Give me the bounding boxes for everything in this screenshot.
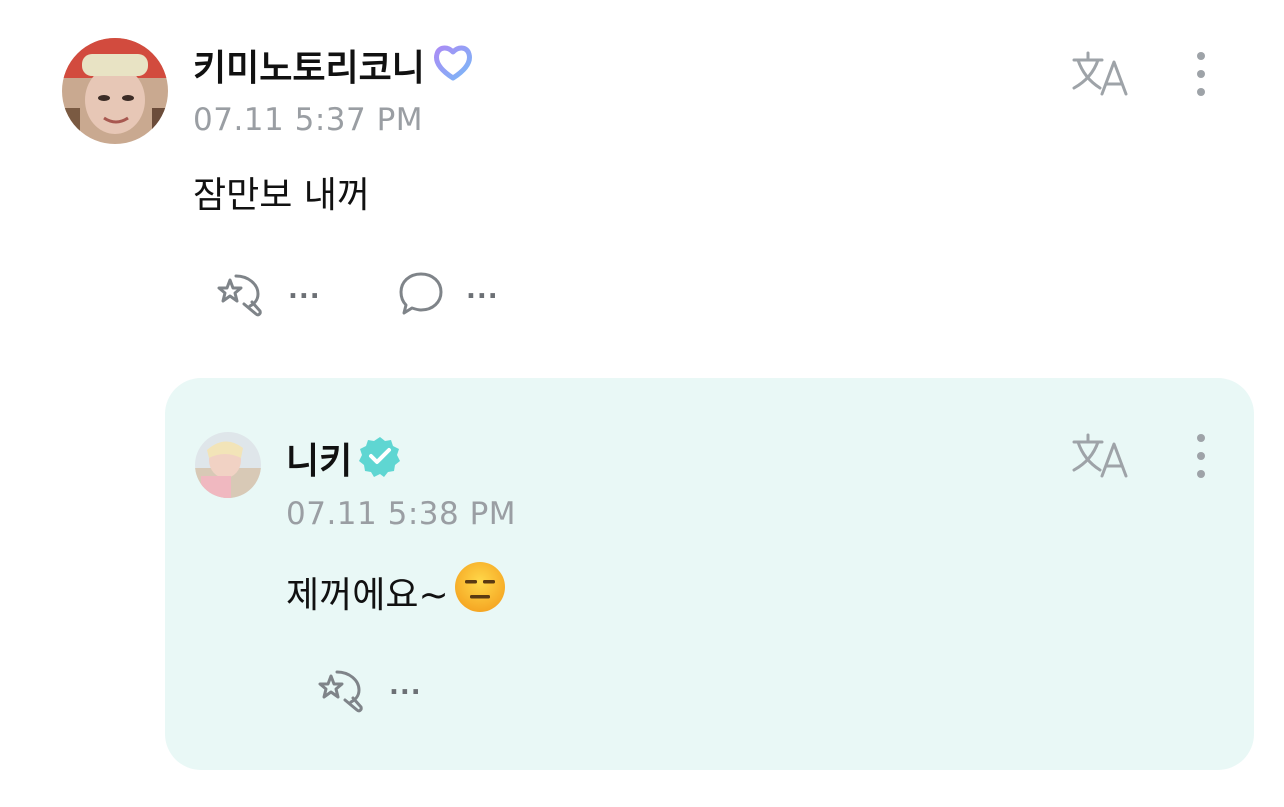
like-count: ... bbox=[288, 275, 321, 305]
post-text: 잠만보 내꺼 bbox=[193, 175, 371, 216]
reply-text-row: 제꺼에요~ bbox=[286, 560, 507, 623]
comment-button[interactable]: ... bbox=[396, 270, 499, 318]
post-author-avatar[interactable] bbox=[62, 38, 168, 144]
translate-icon bbox=[1072, 51, 1128, 96]
reply-author-name[interactable]: 니키 bbox=[286, 432, 352, 484]
reply-translate-button[interactable] bbox=[1070, 428, 1132, 484]
reply-like-button[interactable]: ... bbox=[315, 666, 422, 714]
reply-author-avatar[interactable] bbox=[195, 432, 261, 498]
reply-like-count: ... bbox=[389, 671, 422, 701]
heart-ring-icon bbox=[431, 41, 475, 89]
star-lollipop-icon bbox=[217, 274, 262, 317]
reply-author-row: 니키 bbox=[286, 433, 402, 483]
reply-card: 니키 07.11 5:38 PM 제꺼에요~ ... bbox=[165, 378, 1254, 770]
reply-timestamp: 07.11 5:38 PM bbox=[286, 496, 517, 532]
reply-more-options-button[interactable] bbox=[1191, 428, 1211, 484]
more-dot bbox=[1197, 70, 1205, 78]
post-author-name[interactable]: 키미노토리코니 bbox=[193, 39, 425, 91]
expressionless-face-emoji bbox=[453, 560, 507, 623]
verified-check-icon bbox=[358, 434, 402, 482]
post-timestamp: 07.11 5:37 PM bbox=[193, 102, 424, 138]
more-dot bbox=[1197, 452, 1205, 460]
reply-text: 제꺼에요~ bbox=[286, 574, 449, 616]
more-options-button[interactable] bbox=[1191, 46, 1211, 102]
like-button[interactable]: ... bbox=[214, 270, 321, 318]
post-author-row: 키미노토리코니 bbox=[193, 40, 475, 90]
translate-icon bbox=[1072, 433, 1128, 478]
more-dot bbox=[1197, 88, 1205, 96]
star-lollipop-icon bbox=[318, 670, 363, 713]
more-dot bbox=[1197, 434, 1205, 442]
speech-bubble-icon bbox=[399, 272, 443, 315]
translate-button[interactable] bbox=[1070, 46, 1132, 102]
comment-count: ... bbox=[466, 275, 499, 305]
post: 키미노토리코니 07.11 5:37 PM 잠만보 내꺼 ... ... bbox=[0, 0, 1284, 360]
more-dot bbox=[1197, 52, 1205, 60]
more-dot bbox=[1197, 470, 1205, 478]
